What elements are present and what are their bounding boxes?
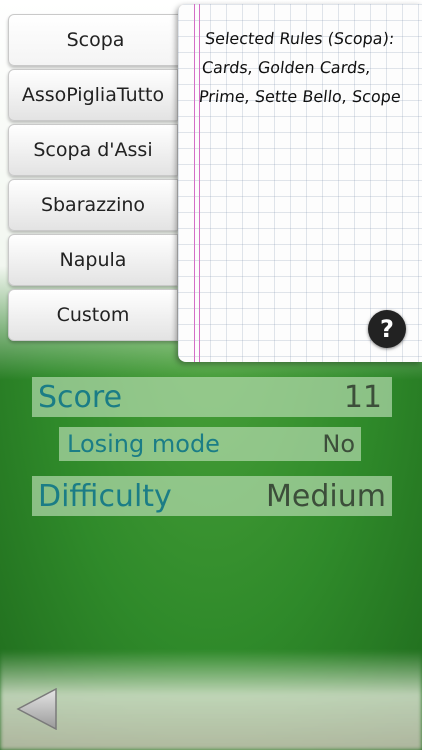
selected-rules-text: Selected Rules (Scopa): Cards, Golden Ca…: [197, 24, 416, 111]
mode-label: Custom: [56, 304, 130, 326]
back-triangle-icon[interactable]: [16, 688, 58, 730]
mode-button-napula[interactable]: Napula: [8, 234, 178, 286]
losing-mode-label: Losing mode: [67, 430, 220, 458]
score-value: 11: [343, 379, 382, 415]
mode-button-custom[interactable]: Custom: [8, 289, 178, 341]
cards-blur: [0, 650, 422, 750]
rules-line: Prime, Sette Bello, Scope: [197, 87, 402, 106]
difficulty-setting[interactable]: Difficulty Medium: [32, 476, 392, 516]
rules-line: Selected Rules (Scopa):: [204, 29, 396, 48]
score-label: Score: [38, 379, 123, 415]
score-setting[interactable]: Score 11: [32, 377, 392, 417]
mode-label: Sbarazzino: [40, 194, 146, 216]
difficulty-value: Medium: [266, 478, 386, 514]
mode-button-scopa[interactable]: Scopa: [8, 14, 183, 66]
mode-label: Scopa: [66, 29, 125, 51]
question-mark-icon[interactable]: ?: [368, 310, 406, 348]
mode-label: Scopa d'Assi: [33, 139, 153, 161]
losing-mode-setting[interactable]: Losing mode No: [59, 427, 361, 461]
mode-label: Napula: [59, 249, 127, 271]
difficulty-label: Difficulty: [38, 478, 172, 514]
losing-mode-value: No: [322, 430, 355, 458]
mode-button-sbarazzino[interactable]: Sbarazzino: [8, 179, 178, 231]
rules-line: Cards, Golden Cards,: [201, 58, 372, 77]
rules-notepad: Selected Rules (Scopa): Cards, Golden Ca…: [178, 4, 422, 362]
mode-button-assopigliatutto[interactable]: AssoPigliaTutto: [8, 69, 178, 121]
mode-label: AssoPigliaTutto: [21, 84, 165, 106]
notepad-margin: [194, 4, 200, 362]
mode-button-scopa-dassi[interactable]: Scopa d'Assi: [8, 124, 178, 176]
game-mode-list: Scopa AssoPigliaTutto Scopa d'Assi Sbara…: [8, 14, 183, 344]
